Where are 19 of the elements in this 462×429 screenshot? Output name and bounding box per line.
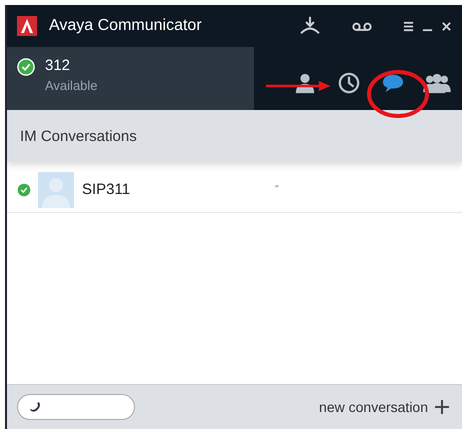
dial-field[interactable]: [17, 394, 135, 420]
logo-icon: [17, 16, 37, 36]
transfer-icon[interactable]: [299, 16, 321, 36]
phone-icon: [28, 400, 42, 414]
close-icon[interactable]: [441, 20, 452, 32]
status-panel[interactable]: 312 Available: [7, 47, 254, 110]
annotation-circle: [366, 69, 430, 119]
section-title: IM Conversations: [20, 128, 137, 144]
avatar-icon: [38, 172, 74, 208]
message-preview: ": [275, 184, 279, 195]
window-title: Avaya Communicator: [49, 17, 202, 35]
menu-icon[interactable]: [403, 20, 414, 32]
conversation-item[interactable]: SIP311 ": [7, 167, 462, 213]
contact-name: SIP311: [82, 181, 130, 198]
plus-icon: [434, 399, 450, 415]
extension-number: 312: [45, 57, 72, 74]
annotation-arrow: [266, 80, 332, 92]
presence-status: Available: [45, 78, 98, 93]
new-conversation-button[interactable]: new conversation: [319, 399, 450, 415]
